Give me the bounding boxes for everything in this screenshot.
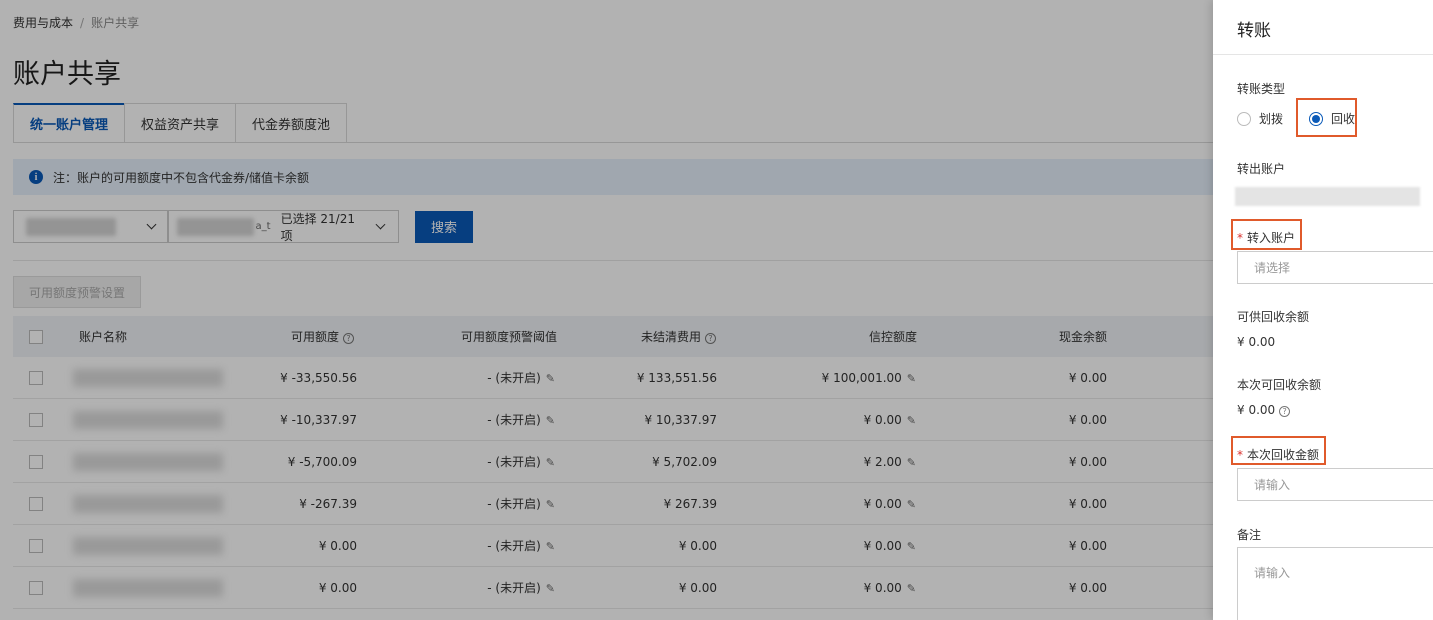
modal-mask[interactable] [0,0,1213,620]
drawer-header-divider [1213,54,1433,55]
this-recoverable-value: ¥ 0.00? [1237,403,1291,417]
transfer-type-label: 转账类型 [1237,82,1286,96]
recoverable-value: ¥ 0.00 [1237,335,1276,349]
highlight-box [1296,98,1357,137]
this-recoverable-label: 本次可回收余额 [1237,378,1322,392]
in-account-select[interactable]: 请选择 [1237,251,1433,284]
help-icon[interactable]: ? [1279,406,1291,417]
recover-amount-input[interactable]: 请输入 [1237,468,1433,501]
drawer-title: 转账 [1237,21,1271,41]
recoverable-label: 可供回收余额 [1237,310,1310,324]
radio-allocate-label[interactable]: 划拨 [1259,110,1283,127]
remark-label: 备注 [1237,528,1262,542]
remark-textarea[interactable]: 请输入 [1237,547,1433,620]
out-account-value-redacted [1235,187,1420,206]
highlight-box [1231,436,1326,465]
highlight-box [1231,219,1302,250]
out-account-label: 转出账户 [1237,162,1286,176]
transfer-drawer: 转账 转账类型 划拨 回收 转出账户 * 转入账户 请选择 可供回收余额 ¥ 0.… [1213,0,1433,620]
radio-allocate[interactable] [1237,111,1251,126]
